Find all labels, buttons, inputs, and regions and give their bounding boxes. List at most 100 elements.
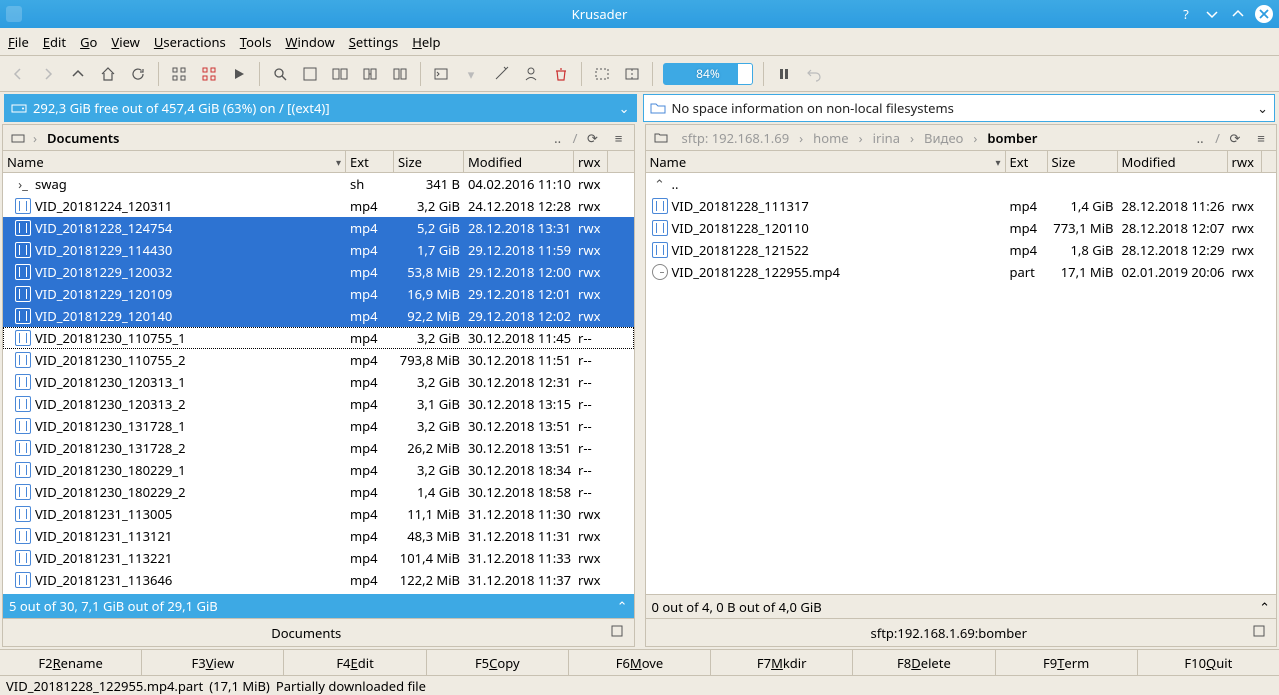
table-row[interactable]: VID_20181230_120313_2 mp4 3,1 GiB 30.12.… [3,393,634,415]
select-button[interactable] [165,60,193,88]
crumb-bomber[interactable]: bomber [981,127,1043,149]
table-row[interactable]: VID_20181229_114430 mp4 1,7 GiB 29.12.20… [3,239,634,261]
device-icon[interactable] [9,129,27,147]
reload-icon[interactable]: ⟳ [1226,129,1244,147]
crumb-user[interactable]: irina [867,127,906,149]
gear-icon[interactable]: ≡ [610,129,628,147]
layout2-button[interactable] [618,60,646,88]
col-modified[interactable]: Modified [1118,151,1228,172]
table-row[interactable]: VID_20181231_113221 mp4 101,4 MiB 31.12.… [3,547,634,569]
col-name[interactable]: Name [646,151,1006,172]
fkey-8[interactable]: F8 Delete [853,650,995,675]
crumb-documents[interactable]: Documents [41,127,125,149]
menu-edit[interactable]: Edit [43,33,66,51]
wand-button[interactable] [487,60,515,88]
home-button[interactable] [94,60,122,88]
table-row[interactable]: VID_20181230_110755_2 mp4 793,8 MiB 30.1… [3,349,634,371]
right-disk-info[interactable]: No space information on non-local filesy… [643,94,1276,122]
up-button[interactable] [64,60,92,88]
pause-button[interactable] [770,60,798,88]
dropdown-icon[interactable]: ▾ [457,60,485,88]
terminal-button[interactable] [427,60,455,88]
table-row[interactable]: VID_20181230_120313_1 mp4 3,2 GiB 30.12.… [3,371,634,393]
fkey-10[interactable]: F10 Quit [1138,650,1279,675]
table-row[interactable]: VID_20181230_110755_1 mp4 3,2 GiB 30.12.… [3,327,634,349]
table-row[interactable]: VID_20181229_120140 mp4 92,2 MiB 29.12.2… [3,305,634,327]
table-row[interactable]: VID_20181229_120109 mp4 16,9 MiB 29.12.2… [3,283,634,305]
fkey-7[interactable]: F7 Mkdir [711,650,853,675]
table-row[interactable]: VID_20181228_120110 mp4 773,1 MiB 28.12.… [646,217,1277,239]
col-modified[interactable]: Modified [464,151,574,172]
table-row[interactable]: VID_20181228_111317 mp4 1,4 GiB 28.12.20… [646,195,1277,217]
left-disk-info[interactable]: 292,3 GiB free out of 457,4 GiB (63%) on… [4,94,637,122]
search-button[interactable] [266,60,294,88]
user-button[interactable] [517,60,545,88]
layout1-button[interactable] [588,60,616,88]
col-rwx[interactable]: rwx [574,151,608,172]
expand-icon[interactable] [610,624,628,642]
crumb-video[interactable]: Видео [918,127,969,149]
menu-useractions[interactable]: Useractions [154,33,226,51]
close-button[interactable] [1255,5,1273,23]
table-row[interactable]: VID_20181231_113005 mp4 11,1 MiB 31.12.2… [3,503,634,525]
col-name[interactable]: Name [3,151,346,172]
help-button[interactable]: ? [1177,5,1195,23]
run-button[interactable] [225,60,253,88]
fkey-9[interactable]: F9 Term [996,650,1138,675]
menu-view[interactable]: View [111,33,139,51]
folder-icon[interactable] [652,129,670,147]
undo-button[interactable] [800,60,828,88]
table-row[interactable]: ›_swag sh 341 B 04.02.2016 11:10 rwx [3,173,634,195]
table-row[interactable]: VID_20181230_180229_2 mp4 1,4 GiB 30.12.… [3,481,634,503]
table-row[interactable]: VID_20181228_124754 mp4 5,2 GiB 28.12.20… [3,217,634,239]
forward-button[interactable] [34,60,62,88]
table-row[interactable]: VID_20181230_180229_1 mp4 3,2 GiB 30.12.… [3,459,634,481]
compare-button[interactable] [326,60,354,88]
menu-file[interactable]: File [8,33,29,51]
minimize-button[interactable] [1203,5,1221,23]
table-row[interactable]: VID_20181231_113121 mp4 48,3 MiB 31.12.2… [3,525,634,547]
menu-tools[interactable]: Tools [240,33,272,51]
trash-button[interactable] [547,60,575,88]
panel-divider[interactable] [637,122,643,649]
table-row[interactable]: VID_20181230_131728_1 mp4 3,2 GiB 30.12.… [3,415,634,437]
col-rwx[interactable]: rwx [1228,151,1262,172]
deselect-button[interactable] [195,60,223,88]
view-button[interactable] [296,60,324,88]
fkey-3[interactable]: F3 View [142,650,284,675]
fkey-5[interactable]: F5 Copy [427,650,569,675]
swap-button[interactable] [356,60,384,88]
maximize-button[interactable] [1229,5,1247,23]
back-button[interactable] [4,60,32,88]
chevron-up-icon[interactable]: ⌃ [617,597,628,615]
menu-settings[interactable]: Settings [349,33,398,51]
menu-window[interactable]: Window [285,33,334,51]
menu-help[interactable]: Help [412,33,440,51]
sync-button[interactable] [386,60,414,88]
fkey-2[interactable]: F2 Rename [0,650,142,675]
crumb-host[interactable]: sftp: 192.168.1.69 [676,127,796,149]
gear-icon[interactable]: ≡ [1252,129,1270,147]
table-row[interactable]: VID_20181229_120032 mp4 53,8 MiB 29.12.2… [3,261,634,283]
table-row[interactable]: VID_20181224_120311 mp4 3,2 GiB 24.12.20… [3,195,634,217]
reload-icon[interactable]: ⟳ [584,129,602,147]
table-row[interactable]: ⌃.. [646,173,1277,195]
dots-icon[interactable]: .. [549,129,567,147]
col-size[interactable]: Size [1048,151,1118,172]
table-row[interactable]: VID_20181228_121522 mp4 1,8 GiB 28.12.20… [646,239,1277,261]
table-row[interactable]: VID_20181228_122955.mp4 part 17,1 MiB 02… [646,261,1277,283]
fkey-6[interactable]: F6 Move [569,650,711,675]
dots-icon[interactable]: .. [1191,129,1209,147]
queue-progress[interactable]: 84% [663,63,753,85]
menu-go[interactable]: Go [80,33,97,51]
chevron-up-icon[interactable]: ⌃ [1259,598,1270,616]
col-ext[interactable]: Ext [1006,151,1048,172]
fkey-4[interactable]: F4 Edit [284,650,426,675]
table-row[interactable]: VID_20181231_113646 mp4 122,2 MiB 31.12.… [3,569,634,591]
chevron-down-icon[interactable]: ⌄ [1257,99,1268,117]
chevron-down-icon[interactable]: ⌄ [619,99,630,117]
col-size[interactable]: Size [394,151,464,172]
refresh-button[interactable] [124,60,152,88]
expand-icon[interactable] [1252,624,1270,642]
table-row[interactable]: VID_20181230_131728_2 mp4 26,2 MiB 30.12… [3,437,634,459]
